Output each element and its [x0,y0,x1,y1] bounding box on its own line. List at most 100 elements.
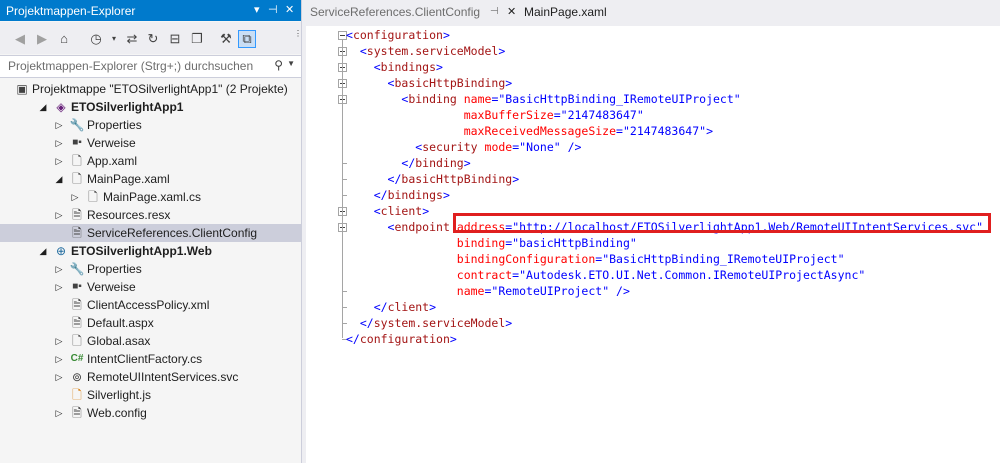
tree-item[interactable]: ▷ 🗎 Resources.resx [0,206,301,224]
tab-mainpage-xaml[interactable]: MainPage.xaml [524,0,624,24]
history-icon[interactable]: ◷ [88,31,104,47]
properties-icon[interactable]: ⚒ [218,31,234,47]
code-token: " [837,252,845,266]
code-line[interactable]: </basicHttpBinding> [346,171,520,187]
tree-item[interactable]: ▷ 🗋 Global.asax [0,332,301,350]
code-line[interactable]: maxBufferSize="2147483647" [346,107,644,123]
asax-file-icon: 🗋 [72,334,82,348]
code-line[interactable]: </system.serviceModel> [346,315,512,331]
sync-icon[interactable]: ⇄ [124,31,140,47]
code-line[interactable]: <system.serviceModel> [346,43,505,59]
history-dropdown-icon[interactable]: ▾ [106,31,122,47]
tree-item[interactable]: ▷ 🗋 App.xaml [0,152,301,170]
code-token: configuration [352,28,443,42]
code-line[interactable]: <configuration> [346,27,450,43]
tab-label: ServiceReferences.ClientConfig [310,5,481,19]
expand-arrow-icon[interactable]: ▷ [54,368,64,386]
pin-icon[interactable]: ⊣ [268,3,278,16]
expand-arrow-icon[interactable]: ▷ [54,260,64,278]
code-token: None [526,140,554,154]
tab-pin-icon[interactable]: ⊣ [490,0,499,24]
code-line[interactable]: <client> [346,203,429,219]
expand-arrow-icon[interactable]: ◢ [38,98,48,116]
back-icon[interactable]: ◀ [12,31,28,47]
expand-arrow-icon[interactable]: ◢ [54,170,64,188]
refresh-icon[interactable]: ↻ [145,31,161,47]
tree-item[interactable]: ▷ C# IntentClientFactory.cs [0,350,301,368]
code-token: system.serviceModel [373,316,506,330]
tree-item[interactable]: 🗋 Silverlight.js [0,386,301,404]
code-line[interactable]: <binding name="BasicHttpBinding_IRemoteU… [346,91,741,107]
resx-file-icon: 🗎 [72,208,82,222]
tree-item[interactable]: ◢ 🗋 MainPage.xaml [0,170,301,188]
code-line[interactable]: </binding> [346,155,470,171]
tree-item[interactable]: ▷ ■▪ Verweise [0,278,301,296]
web-project-icon: ⊕ [55,244,67,258]
code-line[interactable]: </client> [346,299,436,315]
expand-arrow-icon[interactable]: ▷ [70,188,80,206]
tree-item[interactable]: 🗎 ClientAccessPolicy.xml [0,296,301,314]
expand-arrow-icon[interactable]: ▷ [54,404,64,422]
code-line[interactable]: bindingConfiguration="BasicHttpBinding_I… [346,251,845,267]
code-token: " [858,268,866,282]
tree-item[interactable]: ▷ 🔧 Properties [0,116,301,134]
tree-item[interactable]: ▷ ⊚ RemoteUIIntentServices.svc [0,368,301,386]
show-all-files-icon[interactable]: ❐ [189,31,205,47]
tree-item[interactable]: ▷ 🗎 Web.config [0,404,301,422]
code-line[interactable]: contract="Autodesk.ETO.UI.Net.Common.IRe… [346,267,866,283]
expand-arrow-icon[interactable]: ▷ [54,116,64,134]
tab-close-icon[interactable]: ✕ [507,0,516,24]
tree-item[interactable]: ▷ 🔧 Properties [0,260,301,278]
code-token: =" [491,92,506,106]
tree-item-label: Global.asax [87,334,151,348]
code-token: " [733,92,741,106]
expand-arrow-icon[interactable]: ▷ [54,152,64,170]
code-token: =" [512,140,527,154]
expand-arrow-icon[interactable]: ▷ [54,332,64,350]
code-line[interactable]: <security mode="None" /> [346,139,581,155]
code-line[interactable]: </configuration> [346,331,457,347]
close-icon[interactable]: ✕ [285,3,294,16]
forward-icon[interactable]: ▶ [34,31,50,47]
expand-arrow-icon[interactable]: ▷ [54,206,64,224]
code-line[interactable]: name="RemoteUIProject" /> [346,283,630,299]
solution-explorer-search-input[interactable]: Projektmappen-Explorer (Strg+;) durchsuc… [0,55,301,78]
preview-icon[interactable]: ⧉ [238,30,256,48]
expand-arrow-icon[interactable]: ▷ [54,134,64,152]
code-editor[interactable]: <configuration> <system.serviceModel> <b… [306,26,1000,463]
tree-item[interactable]: ◢ ⊕ ETOSilverlightApp1.Web [0,242,301,260]
tree-item-label: ServiceReferences.ClientConfig [87,226,258,240]
code-token: </ [401,156,416,170]
code-line[interactable]: <bindings> [346,59,443,75]
toolbar-overflow-icon[interactable]: ⋮ [290,26,306,42]
code-line[interactable]: </bindings> [346,187,450,203]
tab-serviceReferences-clientconfig[interactable]: ServiceReferences.ClientConfig ⊣ ✕ [302,0,516,24]
tree-item[interactable]: ◢ ◈ ETOSilverlightApp1 [0,98,301,116]
expand-arrow-icon[interactable]: ▷ [54,278,64,296]
tree-item[interactable]: 🗎 ServiceReferences.ClientConfig [0,224,301,242]
tree-item[interactable]: ▷ ■▪ Verweise [0,134,301,152]
tree-item[interactable]: ▣ Projektmappe "ETOSilverlightApp1" (2 Pr… [0,80,301,98]
tree-item-label: Verweise [87,136,136,150]
home-icon[interactable]: ⌂ [56,31,72,47]
tree-item[interactable]: ▷ 🗋 MainPage.xaml.cs [0,188,301,206]
code-line[interactable]: binding="basicHttpBinding" [346,235,637,251]
tree-item[interactable]: 🗎 Default.aspx [0,314,301,332]
tree-item-label: Web.config [87,406,147,420]
code-line[interactable]: maxReceivedMessageSize="2147483647"> [346,123,713,139]
collapse-all-icon[interactable]: ⊟ [167,31,183,47]
expand-arrow-icon[interactable]: ▷ [54,350,64,368]
dropdown-icon[interactable]: ▾ [254,3,260,16]
search-options-dropdown-icon[interactable]: ▼ [287,59,295,68]
expand-arrow-icon[interactable]: ◢ [38,242,48,260]
code-line[interactable]: <basicHttpBinding> [346,75,513,91]
search-icon[interactable]: ⚲ [274,58,283,72]
code-token: =" [512,268,527,282]
code-token: 2147483647 [629,124,700,138]
